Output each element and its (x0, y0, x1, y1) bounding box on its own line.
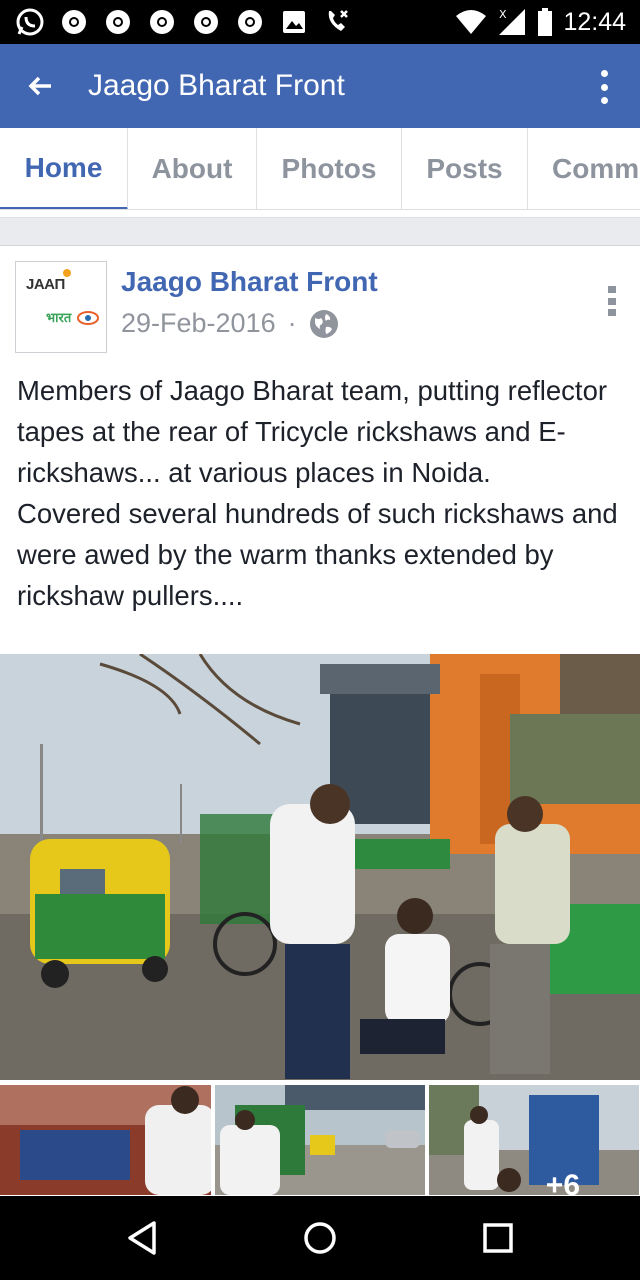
thumbnail-image (429, 1085, 640, 1195)
meta-separator: · (287, 308, 297, 338)
chrome-icon (58, 6, 90, 38)
more-photos-thumbnail[interactable]: +6 (429, 1085, 640, 1195)
thumbnail-image (0, 1085, 211, 1195)
post-card: JAAΠ भारत Jaago Bharat Front 29-Feb-2016… (0, 246, 640, 1196)
eye-logo-icon (77, 311, 99, 325)
globe-icon (309, 309, 338, 338)
post-text: Members of Jaago Bharat team, putting re… (17, 370, 632, 616)
post-paragraph: Covered several hundreds of such ricksha… (17, 498, 618, 611)
status-bar: X 12:44 (0, 0, 640, 44)
avatar[interactable]: JAAΠ भारत (15, 261, 107, 353)
post-photo-thumbnail[interactable] (214, 1085, 426, 1195)
post-photo-main[interactable] (0, 654, 640, 1080)
app-bar: Jaago Bharat Front (0, 44, 640, 128)
post-author-link[interactable]: Jaago Bharat Front (121, 266, 378, 298)
square-recents-icon (483, 1223, 513, 1253)
post-options-button[interactable] (608, 286, 616, 316)
signal-icon: X (499, 8, 526, 35)
tab-community[interactable]: Comm (528, 128, 640, 209)
post-photo-thumbnail[interactable] (0, 1085, 211, 1195)
image-icon (278, 6, 310, 38)
chrome-icon (190, 6, 222, 38)
tab-home[interactable]: Home (0, 128, 128, 209)
missed-call-icon (322, 6, 354, 38)
page-tabs: Home About Photos Posts Comm (0, 128, 640, 210)
system-nav-bar (0, 1196, 640, 1280)
nav-recents-button[interactable] (476, 1216, 520, 1260)
chrome-icon (146, 6, 178, 38)
nav-home-button[interactable] (298, 1216, 342, 1260)
more-photos-count: +6 (545, 1169, 581, 1195)
more-vertical-icon (600, 70, 608, 77)
page-title: Jaago Bharat Front (88, 69, 345, 102)
tab-about[interactable]: About (128, 128, 257, 209)
wifi-icon (456, 10, 487, 34)
post-date[interactable]: 29-Feb-2016 (121, 308, 276, 339)
section-gap (0, 218, 640, 246)
post-paragraph: Members of Jaago Bharat team, putting re… (17, 375, 608, 488)
status-time: 12:44 (563, 7, 626, 36)
more-vertical-icon (608, 286, 616, 293)
avatar-logo-subtext: भारत (46, 310, 72, 325)
circle-home-icon (304, 1222, 336, 1254)
street-scene-image (0, 654, 640, 1080)
chrome-icon (102, 6, 134, 38)
triangle-back-icon (128, 1221, 156, 1255)
sun-icon (63, 269, 71, 277)
notification-icons (14, 6, 354, 38)
more-options-button[interactable] (596, 70, 612, 104)
thumbnail-image (214, 1085, 425, 1195)
svg-text:X: X (499, 8, 507, 21)
nav-back-button[interactable] (120, 1216, 164, 1260)
back-button[interactable] (22, 68, 58, 104)
post-meta: 29-Feb-2016 · (121, 308, 339, 339)
chrome-icon (234, 6, 266, 38)
tab-photos[interactable]: Photos (257, 128, 402, 209)
tab-posts[interactable]: Posts (402, 128, 528, 209)
photo-thumbnails: +6 (0, 1085, 640, 1195)
battery-icon (538, 8, 553, 36)
arrow-left-icon (28, 76, 51, 96)
divider (0, 210, 640, 218)
whatsapp-icon (14, 6, 46, 38)
